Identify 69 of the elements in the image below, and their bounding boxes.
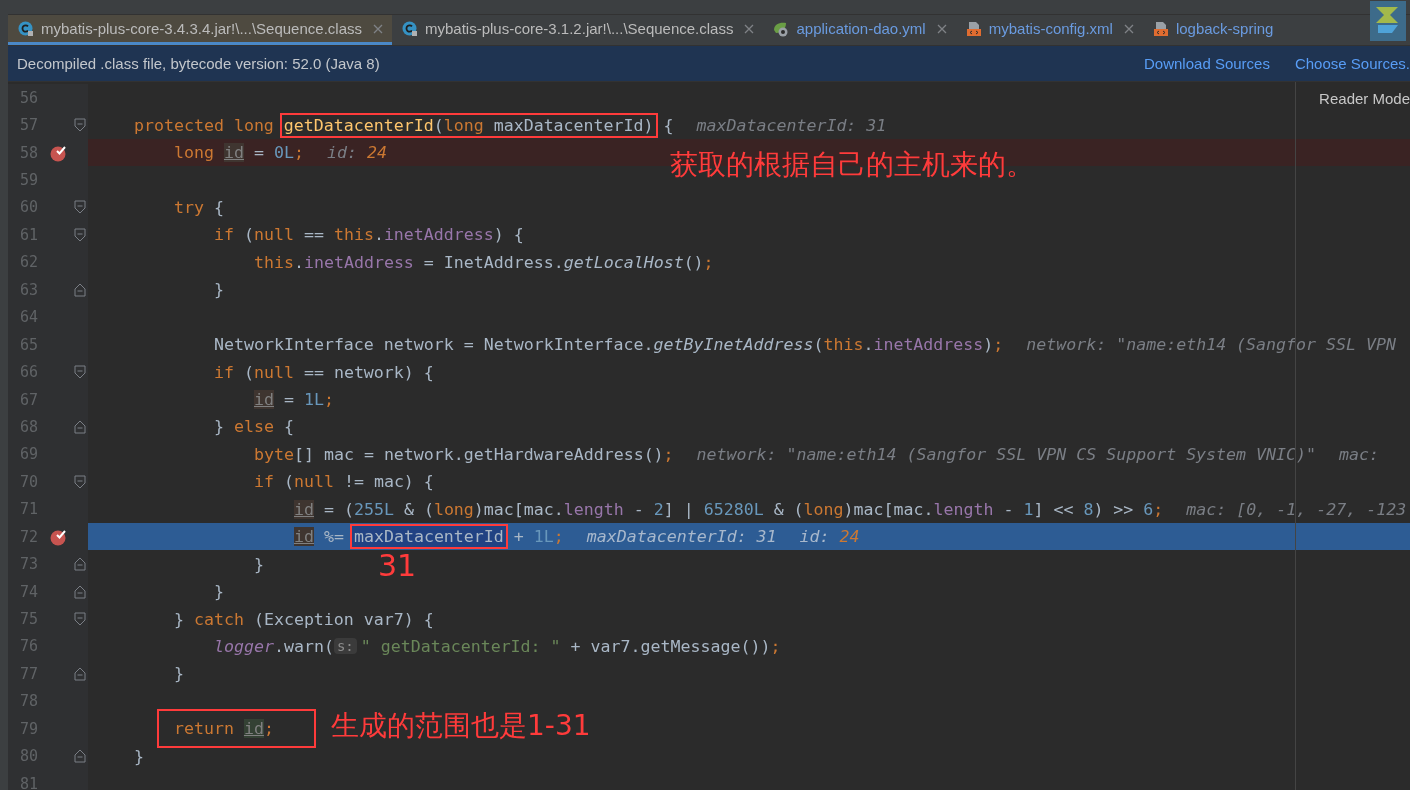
code-text: if (null != mac) {: [254, 472, 434, 492]
unfold-icon[interactable]: [74, 419, 86, 434]
code-text: " getDatacenterId: " + var7.getMessage());: [360, 636, 781, 656]
parameter-hint: s:: [333, 638, 357, 655]
class-file-icon: [18, 20, 34, 37]
class-file-icon: [402, 20, 418, 37]
inline-value-hint: maxDatacenterId: 31: [696, 115, 887, 135]
close-icon[interactable]: [936, 23, 947, 34]
code-text: }: [134, 746, 144, 766]
editor-tab[interactable]: logback-spring: [1142, 15, 1283, 45]
code-text: }: [174, 664, 184, 684]
code-text: long id = 0L;: [174, 143, 304, 163]
editor-tab[interactable]: application-dao.yml: [763, 15, 956, 45]
xml-file-icon: [965, 20, 982, 37]
unfold-icon[interactable]: [74, 282, 86, 297]
unfold-icon[interactable]: [74, 749, 86, 764]
code-text: }: [254, 554, 264, 574]
inline-value-hint: network: "name:eth14 (Sangfor SSL VPN CS Support System VNIC)": [696, 444, 1316, 464]
code-text: }: [214, 582, 224, 602]
editor-tab[interactable]: mybatis-config.xml: [955, 15, 1143, 45]
fold-icon[interactable]: [74, 227, 86, 242]
highlight-box: getDatacenterId(long maxDatacenterId): [279, 112, 658, 138]
highlight-box: maxDatacenterId: [349, 524, 508, 550]
code-text: } else {: [214, 417, 294, 437]
editor-tab[interactable]: mybatis-plus-core-3.1.2.jar!\...\Sequence.class: [392, 15, 764, 45]
link[interactable]: Choose Sources.: [1294, 55, 1410, 72]
code-text: + 1L;: [512, 527, 564, 547]
highlight-box: return id;: [157, 709, 316, 749]
fold-icon[interactable]: [74, 118, 86, 133]
unfold-icon[interactable]: [74, 557, 86, 572]
fold-icon[interactable]: [74, 200, 86, 215]
close-icon[interactable]: [373, 23, 383, 34]
link[interactable]: Download Sources: [1144, 55, 1270, 72]
code-text: id %=: [294, 527, 345, 547]
unfold-icon[interactable]: [74, 584, 86, 599]
xml-file-icon: [1152, 20, 1169, 37]
inline-value-hint: mac:: [1339, 444, 1379, 464]
inline-value-hint: network: "name:eth14 (Sangfor SSL VPN: [1026, 335, 1396, 355]
code-text: logger.warn(: [214, 636, 334, 656]
leaf-gear-icon: [773, 20, 790, 37]
code-text: this.inetAddress = InetAddress.getLocalHost();: [254, 252, 714, 272]
inline-value-hint: maxDatacenterId: 31: [586, 527, 777, 547]
code-text: id = 1L;: [254, 390, 334, 410]
editor-tab[interactable]: mybatis-plus-core-3.4.3.4.jar!\...\Sequence.class: [8, 15, 392, 45]
close-icon[interactable]: [1123, 23, 1134, 34]
annotation-text: 获取的根据自己的主机来的。: [670, 147, 1034, 183]
fold-icon[interactable]: [74, 365, 86, 380]
unfold-icon[interactable]: [74, 666, 86, 681]
fold-icon[interactable]: [74, 474, 86, 489]
annotation-text: 31: [378, 548, 417, 583]
fold-icon[interactable]: [74, 612, 86, 627]
info-message: Decompiled .class file, bytecode version: 52.0 (Java 8): [17, 55, 380, 72]
inline-value-hint: mac: [0, -1, -27, -123: [1186, 499, 1407, 519]
code-text: try {: [174, 197, 224, 217]
code-text: id = (255L & (long)mac[mac.length - 2] | 65280L & (long)mac[mac.length - 1] << 8) >> 6;: [294, 499, 1164, 519]
code-text: protected long: [134, 115, 275, 135]
inline-value-hint: id: 24: [326, 143, 387, 163]
chevron-logo-icon: [1370, 1, 1406, 41]
code-text: byte[] mac = network.getHardwareAddress();: [254, 444, 674, 464]
code-text: {: [662, 115, 674, 135]
inline-value-hint: id: 24: [799, 527, 860, 547]
code-text: if (null == network) {: [214, 362, 434, 382]
code-text: NetworkInterface network = NetworkInterface.getByInetAddress(this.inetAddress);: [214, 335, 1004, 355]
reader-mode-link[interactable]: Reader Mode: [1319, 90, 1410, 107]
close-icon[interactable]: [744, 23, 755, 34]
code-text: } catch (Exception var7) {: [174, 609, 434, 629]
code-text: }: [214, 280, 224, 300]
code-text: if (null == this.inetAddress) {: [214, 225, 524, 245]
annotation-text: 生成的范围也是1-31: [331, 708, 591, 744]
